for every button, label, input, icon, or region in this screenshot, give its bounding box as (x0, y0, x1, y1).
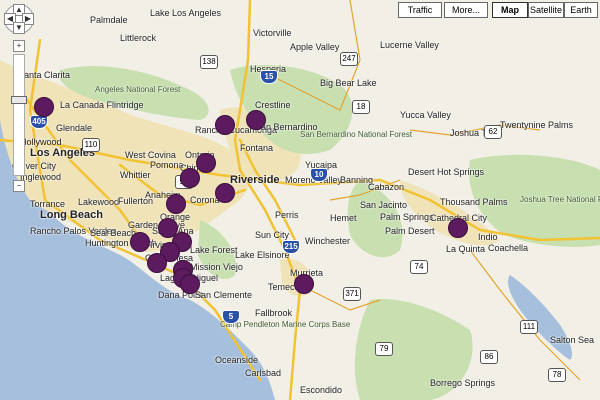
map-type-earth-button[interactable]: Earth (564, 2, 598, 18)
shield-r74: 74 (410, 260, 428, 274)
label-glendale: Glendale (56, 123, 93, 133)
shield-r78: 78 (548, 368, 566, 382)
label-perris: Perris (275, 210, 299, 220)
label-palmdale: Palmdale (90, 15, 128, 25)
location-marker[interactable] (196, 153, 216, 173)
label-palm-desert: Palm Desert (385, 226, 435, 236)
location-marker[interactable] (215, 183, 235, 203)
zoom-out-icon[interactable]: − (13, 180, 25, 192)
location-marker[interactable] (147, 253, 167, 273)
label-winchester: Winchester (305, 236, 351, 246)
label-joshua-tree-np: Joshua Tree National Park (520, 195, 600, 204)
shield-r247: 247 (340, 52, 358, 66)
label-whittier: Whittier (120, 170, 151, 180)
label-sbnf: San Bernardino National Forest (300, 130, 413, 139)
shield-r79: 79 (375, 342, 393, 356)
label-lake-forest: Lake Forest (190, 245, 238, 255)
label-la-quinta: La Quinta (446, 244, 486, 254)
label-fontana: Fontana (240, 143, 274, 153)
label-crestline: Crestline (255, 100, 291, 110)
label-san-jacinto: San Jacinto (360, 200, 408, 210)
shield-i215: 215 (282, 240, 300, 254)
label-torrance: Torrance (30, 199, 66, 209)
more-button[interactable]: More... (444, 2, 488, 18)
shield-i15: 15 (260, 70, 278, 84)
map-type-map-button[interactable]: Map (492, 2, 528, 18)
label-lakewood: Lakewood (78, 197, 120, 207)
label-pomona: Pomona (150, 160, 184, 170)
shield-r111: 111 (520, 320, 538, 334)
label-victorville: Victorville (253, 28, 292, 38)
location-marker[interactable] (215, 115, 235, 135)
label-twentynine-palms: Twentynine Palms (500, 120, 574, 130)
traffic-button[interactable]: Traffic (398, 2, 442, 18)
label-san-clemente: San Clemente (195, 290, 253, 300)
label-coachella: Coachella (488, 243, 529, 253)
zoom-slider-track[interactable] (13, 54, 25, 176)
location-marker[interactable] (246, 110, 266, 130)
label-escondido: Escondido (300, 385, 343, 395)
label-mission-viejo: Mission Viejo (190, 262, 243, 272)
location-marker[interactable] (130, 232, 150, 252)
label-indio: Indio (478, 232, 498, 242)
zoom-in-icon[interactable]: + (13, 40, 25, 52)
pan-down-icon[interactable]: ▼ (13, 22, 25, 34)
shield-r371: 371 (343, 287, 361, 301)
shield-r110: 110 (82, 138, 100, 152)
location-marker[interactable] (294, 274, 314, 294)
salton-sea (508, 275, 572, 360)
label-riverside: Riverside (230, 174, 280, 186)
label-yucca-valley: Yucca Valley (400, 110, 451, 120)
label-borrego-springs: Borrego Springs (430, 378, 496, 388)
label-big-bear: Big Bear Lake (320, 78, 377, 88)
map-type-satellite-button[interactable]: Satellite (528, 2, 564, 18)
shield-i5: 5 (222, 310, 240, 324)
label-littlerock: Littlerock (120, 33, 157, 43)
shield-r138: 138 (200, 55, 218, 69)
location-marker[interactable] (180, 168, 200, 188)
shield-i10: 10 (310, 168, 328, 182)
location-marker[interactable] (448, 218, 468, 238)
label-cabazon: Cabazon (368, 182, 405, 192)
location-marker[interactable] (166, 194, 186, 214)
shield-i405: 405 (30, 115, 48, 129)
label-lake-los-angeles: Lake Los Angeles (150, 8, 222, 18)
label-thousand-palms: Thousand Palms (440, 197, 508, 207)
shield-r18: 18 (352, 100, 370, 114)
label-palm-springs: Palm Springs (380, 212, 434, 222)
zoom-slider-thumb[interactable] (11, 96, 27, 104)
label-hemet: Hemet (330, 213, 357, 223)
label-desert-hot-springs: Desert Hot Springs (408, 167, 485, 177)
label-lake-elsinore: Lake Elsinore (235, 250, 290, 260)
label-apple-valley: Apple Valley (290, 42, 340, 52)
shield-r86: 86 (480, 350, 498, 364)
label-fullerton: Fullerton (118, 196, 154, 206)
shield-r62: 62 (484, 125, 502, 139)
map-canvas[interactable]: Palmdale Lake Los Angeles Littlerock Vic… (0, 0, 600, 400)
label-lucerne-valley: Lucerne Valley (380, 40, 439, 50)
location-marker[interactable] (34, 97, 54, 117)
label-angeles-nf: Angeles National Forest (95, 85, 181, 94)
location-marker[interactable] (180, 274, 200, 294)
label-sun-city: Sun City (255, 230, 290, 240)
label-salton-sea: Salton Sea (550, 335, 595, 345)
map-navigation-control: ▲ ◀ ▶ ▼ + − (4, 4, 34, 204)
label-west-covina: West Covina (125, 150, 176, 160)
label-oceanside: Oceanside (215, 355, 259, 365)
label-carlsbad: Carlsbad (245, 368, 282, 378)
label-fallbrook: Fallbrook (255, 308, 293, 318)
label-camp-pendleton: Camp Pendleton Marine Corps Base (220, 320, 351, 329)
label-la-canada: La Canada Flintridge (60, 100, 144, 110)
label-long-beach: Long Beach (40, 209, 103, 221)
